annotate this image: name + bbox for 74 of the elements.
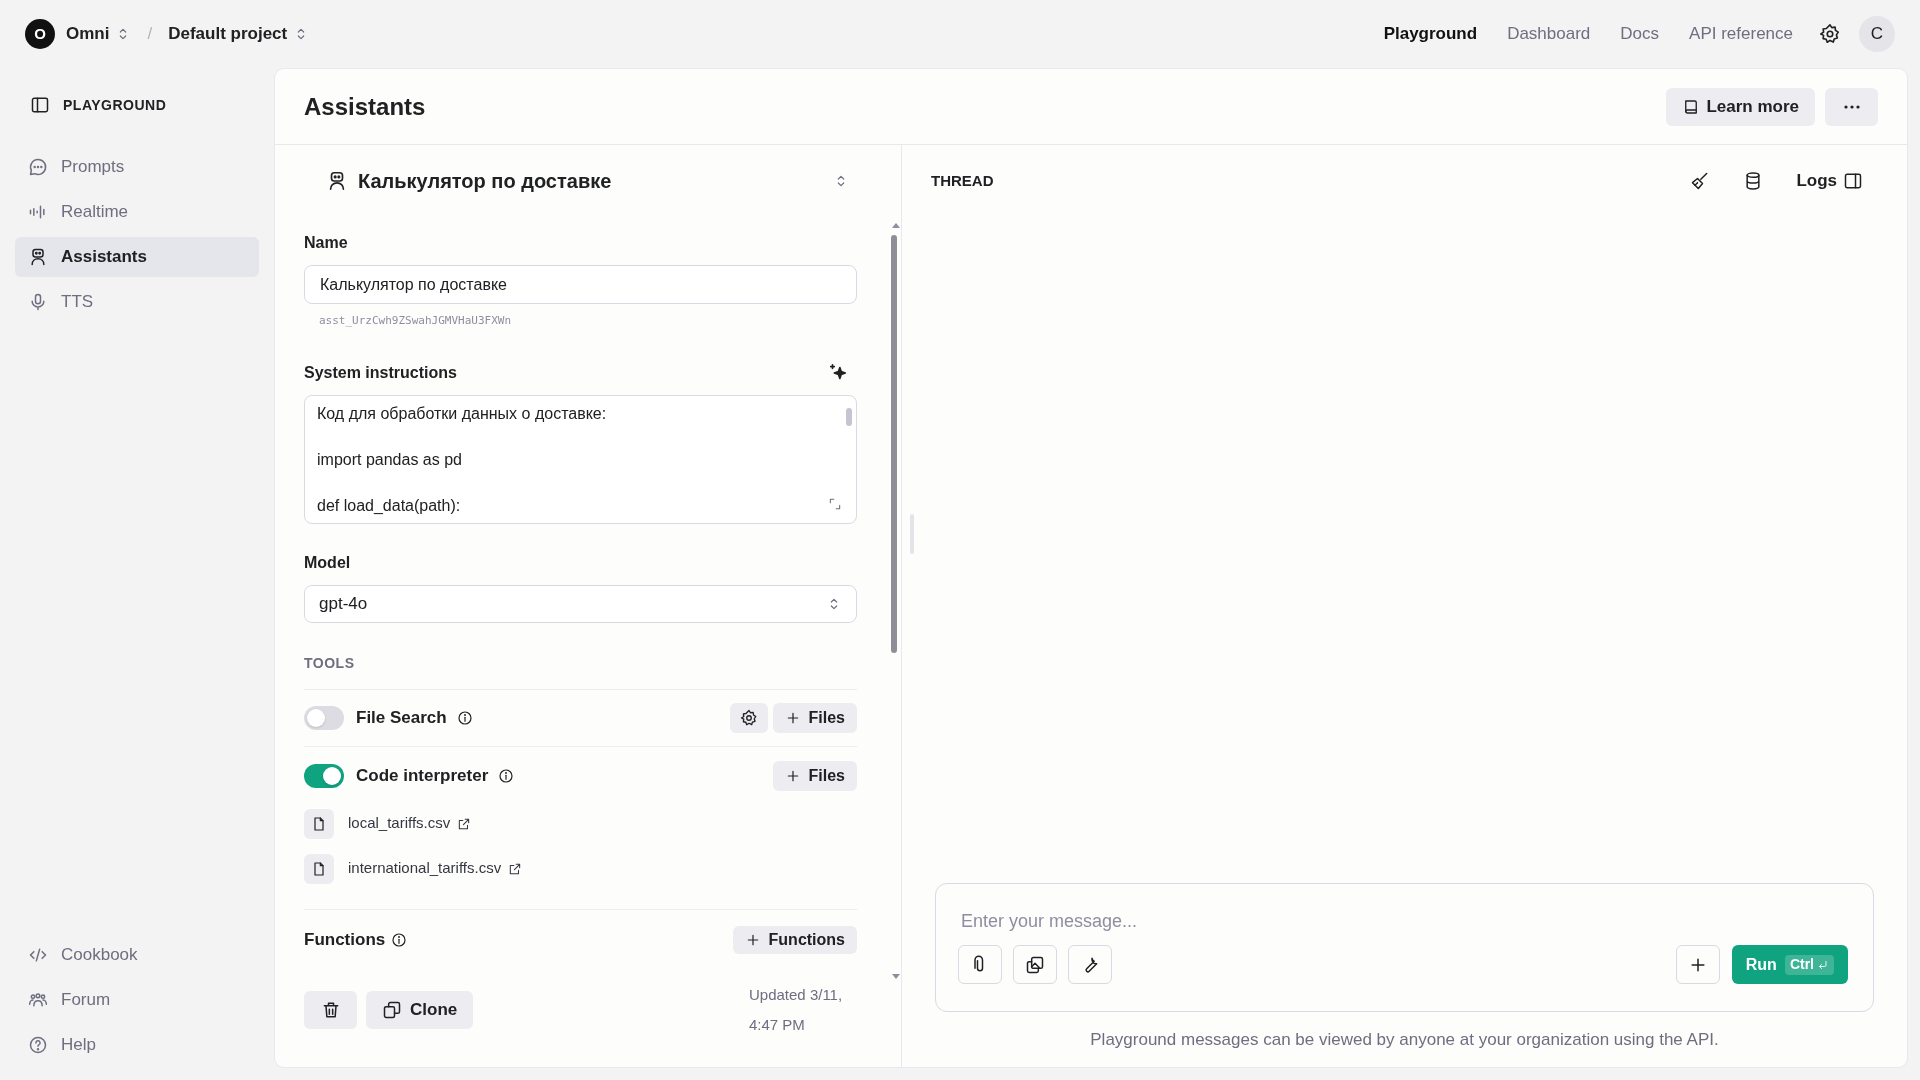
tools-button[interactable] <box>1068 945 1112 984</box>
delete-button[interactable] <box>304 991 357 1029</box>
sidebar-link[interactable]: Forum <box>15 980 259 1020</box>
sidebar-link[interactable]: Help <box>15 1025 259 1065</box>
return-key-icon <box>1817 958 1829 971</box>
model-select[interactable]: gpt-4o <box>304 585 857 623</box>
learn-more-button[interactable]: Learn more <box>1666 87 1815 126</box>
nav-link[interactable]: Playground <box>1383 21 1478 47</box>
settings-button[interactable] <box>1819 23 1841 45</box>
more-icon <box>1843 104 1860 109</box>
settings-icon <box>1819 23 1841 45</box>
sidebar-title: PLAYGROUND <box>63 95 167 115</box>
add-functions-button[interactable]: Functions <box>732 926 857 954</box>
file-link[interactable]: international_tariffs.csv <box>348 857 523 880</box>
chat-bubble-icon <box>28 157 48 177</box>
waveform-icon <box>28 202 48 222</box>
tool-label: Code interpreter <box>356 764 489 787</box>
user-avatar[interactable]: C <box>1859 16 1895 52</box>
tool-label: File Search <box>356 707 447 730</box>
attach-button[interactable] <box>958 945 1002 984</box>
nav-link[interactable]: API reference <box>1689 21 1793 47</box>
add-message-button[interactable] <box>1675 945 1720 984</box>
assistant-title: Калькулятор по доставке <box>358 169 612 194</box>
field-label: Name <box>304 233 349 253</box>
toggle-switch[interactable] <box>304 763 344 788</box>
field-label: Model <box>304 553 352 573</box>
page-title: Assistants <box>304 91 426 122</box>
add-files-button[interactable]: Files <box>772 703 857 733</box>
functions-label: Functions <box>304 929 386 952</box>
side-panel-icon <box>1843 171 1863 191</box>
microphone-icon <box>28 292 48 312</box>
info-icon <box>391 932 408 948</box>
org-avatar[interactable]: O <box>25 19 55 49</box>
org-switcher[interactable]: Omni <box>66 21 132 47</box>
breadcrumb-separator: / <box>147 23 153 46</box>
assistant-id: asst_UrzCwh9ZSwahJGMVHaU3FXWn <box>319 314 512 328</box>
scroll-up-arrow[interactable] <box>892 223 900 228</box>
copy-icon <box>382 1000 402 1020</box>
robot-icon <box>28 247 48 267</box>
name-field[interactable]: Калькулятор по доставке <box>304 265 857 304</box>
help-icon <box>28 1035 48 1055</box>
section-heading: TOOLS <box>304 656 356 670</box>
external-link-icon <box>457 816 472 831</box>
sidebar-icon <box>30 95 50 115</box>
tool-settings-button[interactable] <box>729 703 768 733</box>
file-icon <box>311 860 327 877</box>
field-label: System instructions <box>304 363 457 383</box>
sidebar-item[interactable]: Realtime <box>15 192 259 232</box>
privacy-note: Playground messages can be viewed by anyone at your organization using the API. <box>1089 1028 1720 1051</box>
message-field[interactable]: Enter your message... <box>961 908 1848 934</box>
sidebar-link[interactable]: Cookbook <box>15 935 259 975</box>
external-link-icon <box>508 861 523 876</box>
sidebar-item[interactable]: Prompts <box>15 147 259 187</box>
sidebar-item[interactable]: Assistants <box>15 237 259 277</box>
sidebar-item[interactable]: TTS <box>15 282 259 322</box>
image-button[interactable] <box>1013 945 1057 984</box>
clone-button[interactable]: Clone <box>366 991 474 1029</box>
file-link[interactable]: local_tariffs.csv <box>348 812 472 835</box>
code-icon <box>28 945 48 965</box>
info-icon <box>498 767 515 784</box>
info-icon <box>456 710 473 726</box>
nav-link[interactable]: Docs <box>1620 21 1660 47</box>
toggle-switch[interactable] <box>304 706 344 730</box>
add-files-button[interactable]: Files <box>772 760 857 791</box>
file-icon <box>311 815 327 832</box>
nav-link[interactable]: Dashboard <box>1507 21 1591 47</box>
scrollbar[interactable] <box>891 235 897 653</box>
project-switcher[interactable]: Default project <box>168 21 310 47</box>
settings-icon <box>739 709 758 727</box>
thread-title: THREAD <box>931 170 994 191</box>
images-icon <box>1025 954 1045 975</box>
updated-timestamp: Updated 3/11, 4:47 PM <box>749 985 844 1035</box>
scroll-down-arrow[interactable] <box>892 974 900 979</box>
logs-button[interactable]: Logs <box>1796 168 1863 194</box>
